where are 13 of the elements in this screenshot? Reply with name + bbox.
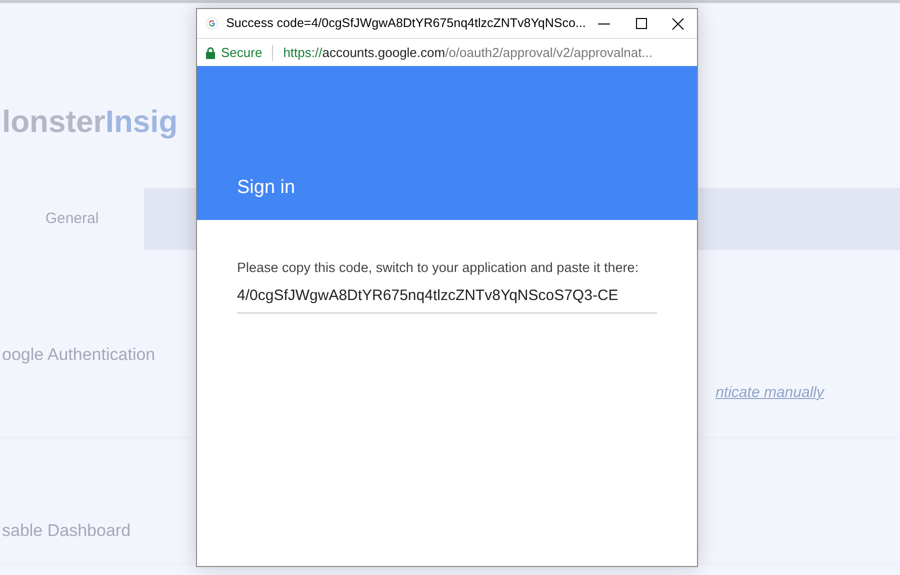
logo-text: lonsterInsig: [2, 104, 178, 139]
google-logo-icon: [206, 16, 218, 31]
setting-label: oogle Authentication: [1, 344, 156, 366]
setting-label: sable Dashboard: [1, 520, 131, 542]
maximize-icon: [636, 18, 647, 29]
address-url[interactable]: https://accounts.google.com/o/oauth2/approval/v2/approvalnat...: [283, 42, 653, 62]
lock-icon: [206, 46, 215, 58]
security-label: Secure: [221, 44, 262, 62]
close-icon: [672, 18, 684, 30]
instruction-text: Please copy this code, switch to your application and paste it there:: [237, 259, 640, 277]
window-title: Success code=4/0cgSfJWgwA8DtYR675nq4tlzcZNTv8YqNSco...: [226, 15, 586, 32]
sign-in-heading: Sign in: [237, 177, 296, 200]
minimize-icon: [598, 22, 610, 24]
